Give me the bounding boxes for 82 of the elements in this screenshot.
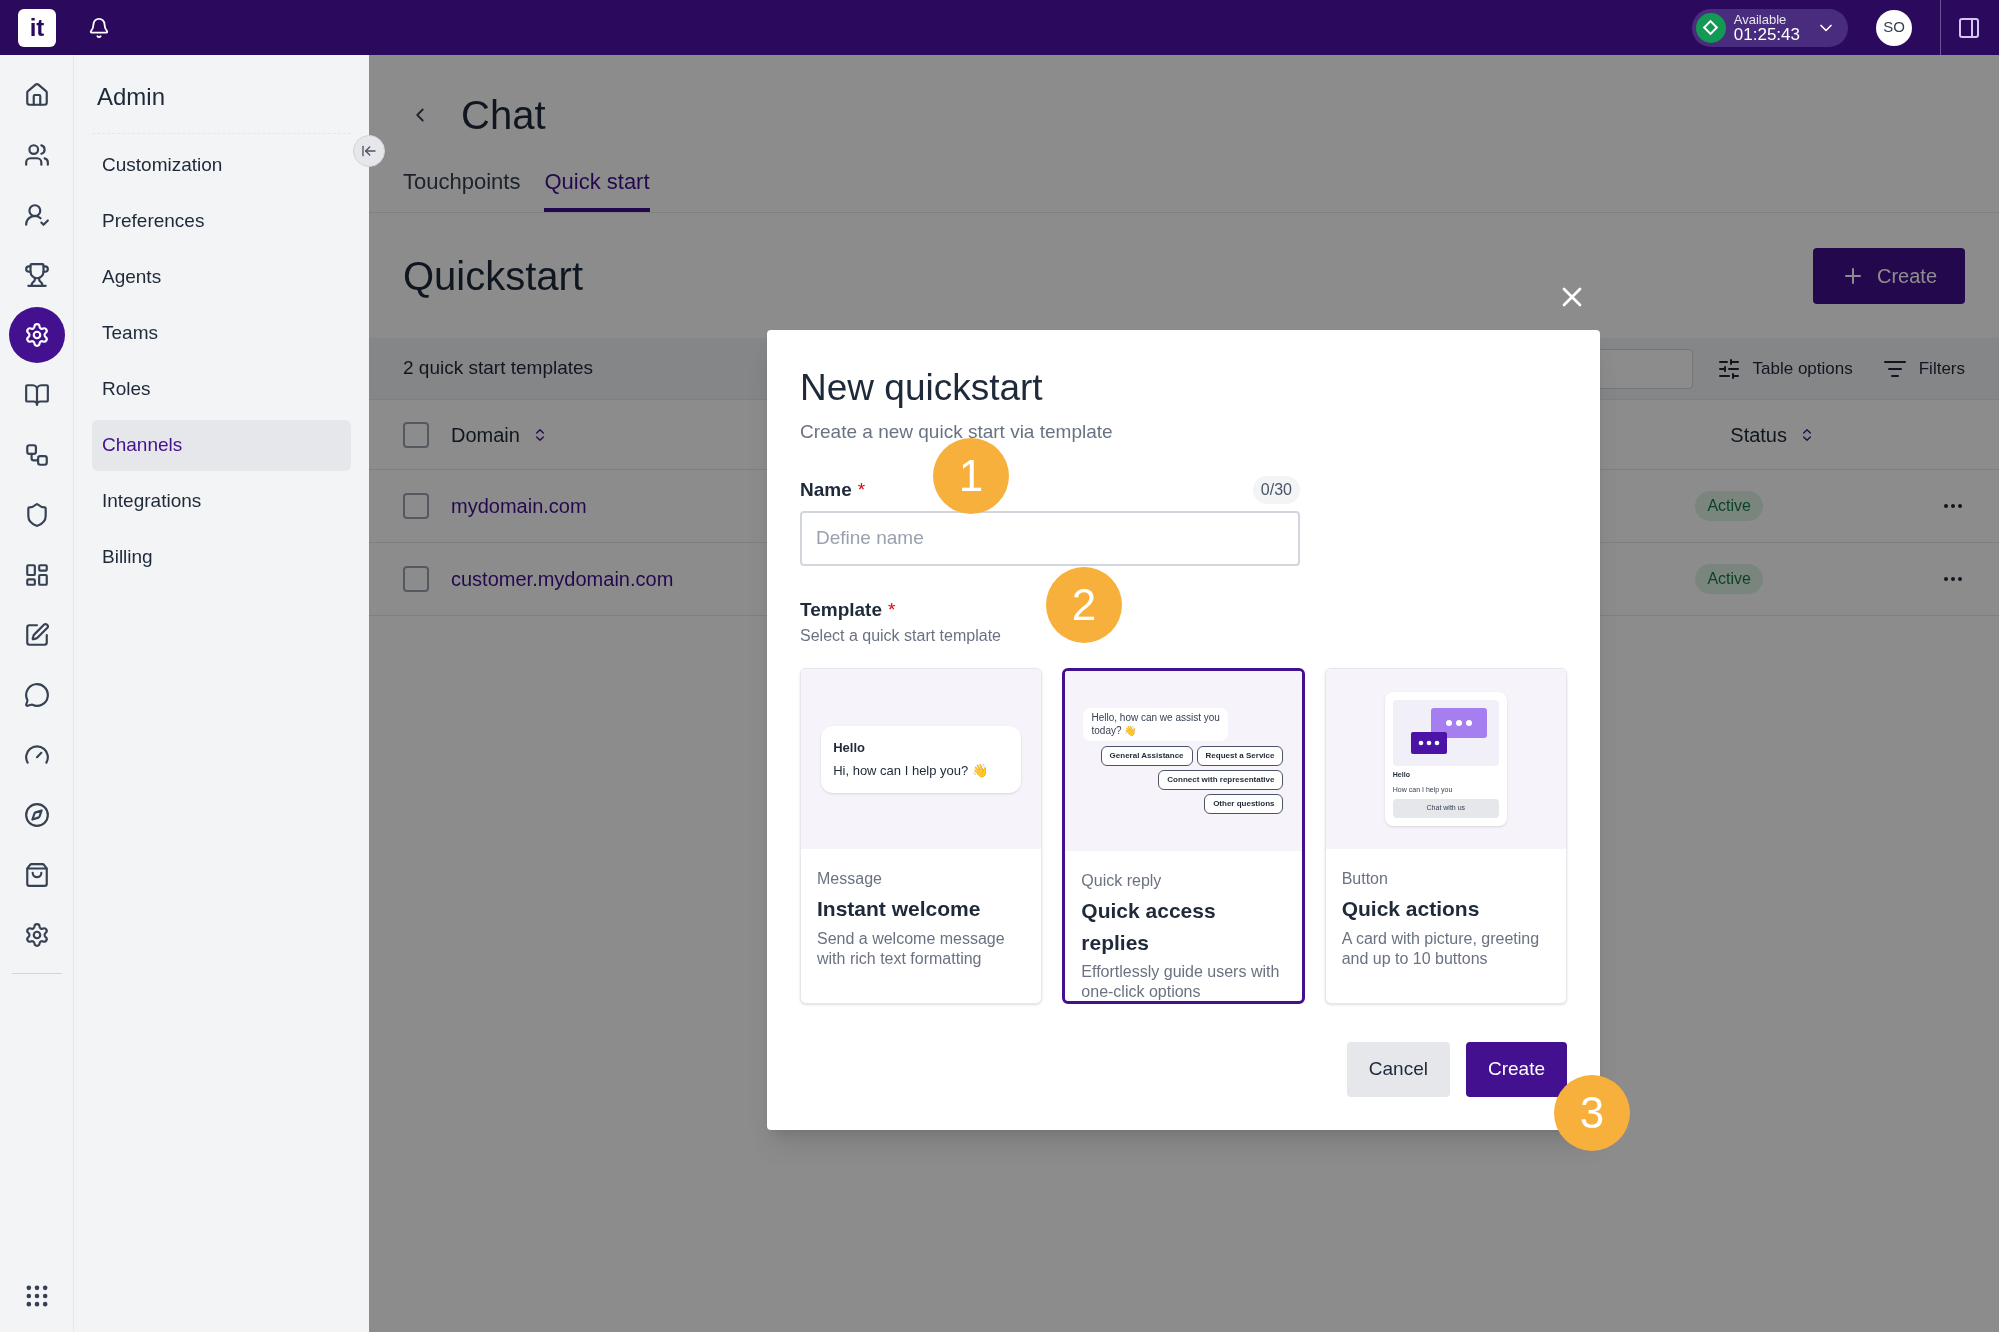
column-header[interactable]: Status — [1730, 419, 1787, 450]
dialog-create-button[interactable]: Create — [1465, 1042, 1567, 1097]
preview-option: General Assistance — [1100, 746, 1193, 766]
sidebar-title: Admin — [97, 82, 167, 112]
row-checkbox[interactable] — [403, 493, 429, 519]
collapse-icon — [361, 143, 377, 159]
name-label: Name — [800, 478, 852, 502]
cancel-button[interactable]: Cancel — [1346, 1042, 1450, 1097]
required-mark: * — [857, 478, 866, 502]
sidebar-item[interactable]: Agents — [92, 252, 351, 303]
character-counter: 0/30 — [1252, 476, 1300, 505]
name-input[interactable]: Define name — [800, 510, 1300, 566]
status-badge: Active — [1695, 491, 1763, 521]
card-title: Instant welcome — [817, 896, 982, 922]
required-mark: * — [888, 597, 896, 622]
card-title: Quick actions — [1341, 896, 1481, 922]
sidebar-item[interactable]: Roles — [92, 364, 351, 415]
card-description: Send a welcome message with rich text formatting — [817, 928, 1006, 969]
card-type: Button — [1341, 869, 1389, 889]
agent-icon — [23, 202, 50, 228]
template-label: Template — [800, 597, 882, 622]
table-options-label: Table options — [1752, 357, 1853, 380]
preview-heading: Hello — [833, 738, 866, 757]
users-icon — [23, 142, 50, 168]
select-all-checkbox[interactable] — [403, 421, 429, 448]
template-count: 2 quick start templates — [403, 356, 594, 381]
row-checkbox[interactable] — [403, 566, 429, 592]
page-title: Chat — [461, 92, 546, 139]
card-type: Message — [817, 869, 883, 889]
settings-icon — [23, 322, 50, 348]
step-callout: 1 — [933, 438, 1009, 514]
template-hint: Select a quick start template — [800, 626, 1001, 646]
chat-bubble-icon — [23, 682, 50, 708]
step-callout: 2 — [1046, 567, 1122, 643]
sidebar-item[interactable]: Channels — [92, 420, 351, 471]
sliders-icon — [1716, 356, 1741, 381]
sidebar-item[interactable]: Integrations — [92, 476, 351, 527]
book-icon — [23, 382, 50, 408]
tab[interactable]: Quick start — [544, 165, 650, 212]
table-options-button[interactable]: Table options — [1716, 355, 1853, 382]
domain-link[interactable]: mydomain.com — [451, 491, 587, 521]
home-icon — [23, 82, 50, 108]
bag-icon — [23, 862, 50, 888]
status-selector[interactable]: Available 01:25:43 — [1691, 8, 1848, 47]
compass-icon — [23, 802, 50, 828]
domain-link[interactable]: customer.mydomain.com — [451, 564, 674, 594]
sidebar-item[interactable]: Preferences — [92, 196, 351, 247]
user-avatar[interactable]: SO — [1876, 9, 1912, 46]
flow-icon — [23, 442, 50, 468]
dashboard-icon — [23, 562, 50, 588]
preview-bubble: Hello, how can we assist you today? 👋 — [1083, 708, 1229, 741]
template-card[interactable]: Hello Hi, how can I help you? 👋 Message Instant welcome Send a welcome message with rich text formatting — [800, 668, 1043, 1004]
panel-icon[interactable] — [1957, 15, 1981, 40]
preview-option: Connect with representative — [1158, 770, 1284, 790]
bell-icon[interactable] — [88, 16, 110, 39]
card-title: Quick access replies — [1081, 898, 1217, 956]
sidebar-item[interactable]: Billing — [92, 532, 351, 583]
card-type: Quick reply — [1081, 871, 1163, 891]
column-header[interactable]: Domain — [451, 419, 520, 450]
preview-option: Other questions — [1204, 794, 1284, 814]
filters-button[interactable]: Filters — [1882, 355, 1965, 382]
tab[interactable]: Touchpoints — [403, 165, 521, 212]
section-heading: Quickstart — [403, 252, 584, 300]
card-description: Effortlessly guide users with one-click options — [1081, 962, 1281, 1001]
dialog-title: New quickstart — [800, 366, 1044, 410]
status-timer: 01:25:43 — [1733, 25, 1800, 43]
preview-option: Request a Service — [1196, 746, 1284, 766]
create-button[interactable]: Create — [1812, 247, 1965, 304]
app-logo[interactable]: it — [18, 8, 56, 47]
collapse-button[interactable] — [353, 135, 385, 167]
template-card[interactable]: Hello, how can we assist you today? 👋 General Assistance Request a Service Connect with representative Other questions Quick reply Quick access replies Effortlessly guide users with one-click options — [1062, 668, 1305, 1004]
status-badge: Active — [1695, 564, 1763, 594]
settings-icon — [23, 922, 50, 948]
filters-label: Filters — [1918, 357, 1965, 380]
sidebar-item[interactable]: Teams — [92, 308, 351, 359]
sidebar-item[interactable]: Customization — [92, 140, 351, 191]
preview-text: Hi, how can I help you? 👋 — [833, 762, 989, 780]
status-label: Available — [1733, 12, 1788, 26]
card-description: A card with picture, greeting and up to 10 buttons — [1341, 928, 1541, 969]
create-label: Create — [1876, 263, 1937, 289]
trophy-icon — [23, 262, 50, 288]
edit-icon — [23, 622, 50, 648]
